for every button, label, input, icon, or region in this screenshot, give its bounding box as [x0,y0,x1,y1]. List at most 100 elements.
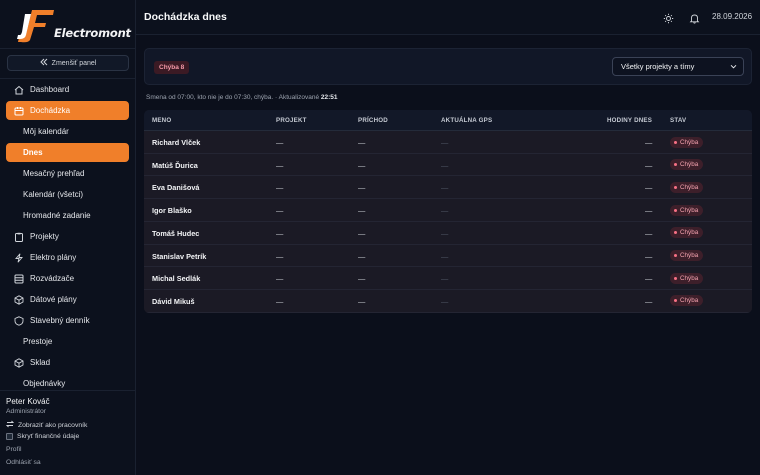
status-dot-icon [674,254,677,257]
hours-cell: — [645,296,653,306]
sidebar-item-label: Stavebný denník [30,316,90,325]
view-as-worker-label: Zobraziť ako pracovník [18,421,88,429]
user-role: Administrátor [6,408,47,415]
column-header-project[interactable]: PROJEKT [276,117,307,124]
sidebar-item-data-plans[interactable]: Dátové plány [6,290,129,309]
employee-name: Igor Blaško [152,206,192,216]
bell-icon[interactable] [689,11,700,24]
status-dot-icon [674,276,677,280]
status-badge: Chýba [670,272,704,284]
logo-mark-icon [17,10,54,43]
arrival-cell: — [358,251,366,261]
gps-cell: — [441,296,449,306]
sidebar-item-label: Prestoje [23,337,53,346]
shift-info: Smena od 07:00, kto nie je do 07:30, chý… [146,94,338,101]
hide-finance-checkbox[interactable]: Skryť finančné údaje [6,433,79,440]
sidebar-item-construction-diary[interactable]: Stavebný denník [6,311,129,330]
column-header-status[interactable]: STAV [670,117,686,124]
swap-icon [5,420,15,430]
logout-link[interactable]: Odhlásiť sa [6,459,41,466]
server-icon [13,273,24,284]
lightning-icon [13,252,24,263]
sidebar-item-warehouse[interactable]: Sklad [6,353,129,372]
box-icon [13,294,24,305]
updated-time: 22:51 [320,94,338,101]
hours-cell: — [645,183,653,193]
column-header-name[interactable]: MENO [152,117,171,124]
project-cell: — [276,183,284,193]
table-row[interactable]: Igor Blaško — — — — Chýba [144,199,752,222]
gps-cell: — [441,183,449,193]
sidebar-item-downtimes[interactable]: Prestoje [6,332,129,351]
table-row[interactable]: Matúš Ďurica — — — — Chýba [144,153,752,177]
brand-logo[interactable]: Electromont [16,8,134,44]
divider [0,78,136,79]
sidebar-item-label: Mesačný prehľad [23,169,85,178]
divider [0,48,136,49]
home-icon [13,84,24,95]
calendar-icon [13,105,24,116]
table-row[interactable]: Eva Danišová — — — — Chýba [144,176,752,200]
gps-cell: — [441,138,449,147]
box-icon [13,357,24,368]
table-row[interactable]: Tomáš Hudec — — — — Chýba [144,221,752,245]
sidebar-item-label: Môj kalendár [23,127,69,136]
status-dot-icon [674,299,677,303]
employee-name: Matúš Ďurica [152,160,198,170]
project-team-select[interactable]: Všetky projekty a tímy [612,57,744,76]
sidebar-item-monthly-overview[interactable]: Mesačný prehľad [6,164,129,183]
shield-icon [13,315,24,326]
sidebar-item-calendar-all[interactable]: Kalendár (všetci) [6,185,129,204]
sidebar-item-electro-plans[interactable]: Elektro plány [6,248,129,267]
clipboard-icon [13,231,24,242]
column-header-hours[interactable]: HODINY DNES [607,117,652,124]
sidebar-item-label: Dashboard [30,85,70,94]
gps-cell: — [441,274,449,284]
divider [0,390,136,391]
column-header-arrival[interactable]: PRÍCHOD [358,117,388,124]
sidebar-item-label: Dochádzka [30,106,71,115]
sidebar-item-label: Dátové plány [30,295,77,304]
hours-cell: — [645,251,653,261]
sun-icon[interactable] [663,11,674,24]
view-as-worker-toggle[interactable]: Zobraziť ako pracovník [5,420,88,430]
status-badge: Chýba [670,250,704,261]
table-row[interactable]: Richard Vlček — — — — Chýba [144,131,752,154]
table-row[interactable]: Michal Sedlák — — — — Chýba [144,267,752,290]
table-row[interactable]: Dávid Mikuš — — — — Chýba [144,289,752,313]
profile-link[interactable]: Profil [6,446,22,453]
status-label: Chýba [680,183,699,191]
sidebar-item-today[interactable]: Dnes [6,143,129,162]
arrival-cell: — [358,296,366,306]
user-name: Peter Kováč [6,397,50,406]
arrival-cell: — [358,228,366,238]
status-label: Chýba [680,252,699,259]
status-dot-icon [674,231,677,235]
column-header-gps[interactable]: AKTUÁLNA GPS [441,117,492,124]
project-cell: — [276,251,284,261]
employee-name: Tomáš Hudec [152,228,200,238]
employee-name: Dávid Mikuš [152,296,195,306]
employee-name: Richard Vlček [152,138,201,147]
sidebar-item-my-calendar[interactable]: Môj kalendár [6,122,129,141]
sidebar-item-projects[interactable]: Projekty [6,227,129,246]
sidebar-item-label: Projekty [30,232,59,241]
collapse-panel-button[interactable]: Zmenšiť panel [7,55,129,71]
sidebar-item-attendance[interactable]: Dochádzka [6,101,129,120]
status-label: Chýba [680,229,699,237]
status-badge: Chýba [670,204,704,216]
status-badge: Chýba [670,227,704,239]
sidebar-item-dashboard[interactable]: Dashboard [6,80,129,99]
missing-count-badge[interactable]: Chýba 8 [154,61,190,74]
arrival-cell: — [358,183,366,193]
sidebar-item-switchboards[interactable]: Rozvádzače [6,269,129,288]
current-date: 28.09.2026 [712,12,753,21]
employee-name: Eva Danišová [152,183,200,193]
gps-cell: — [441,251,449,261]
hide-finance-label: Skryť finančné údaje [17,433,80,440]
table-row[interactable]: Stanislav Petrík — — — — Chýba [144,244,752,268]
sidebar-item-bulk-entry[interactable]: Hromadné zadanie [6,206,129,225]
topbar: Dochádzka dnes 28.09.2026 [136,0,760,35]
double-chevron-left-icon [39,58,48,68]
gps-cell: — [441,228,449,238]
